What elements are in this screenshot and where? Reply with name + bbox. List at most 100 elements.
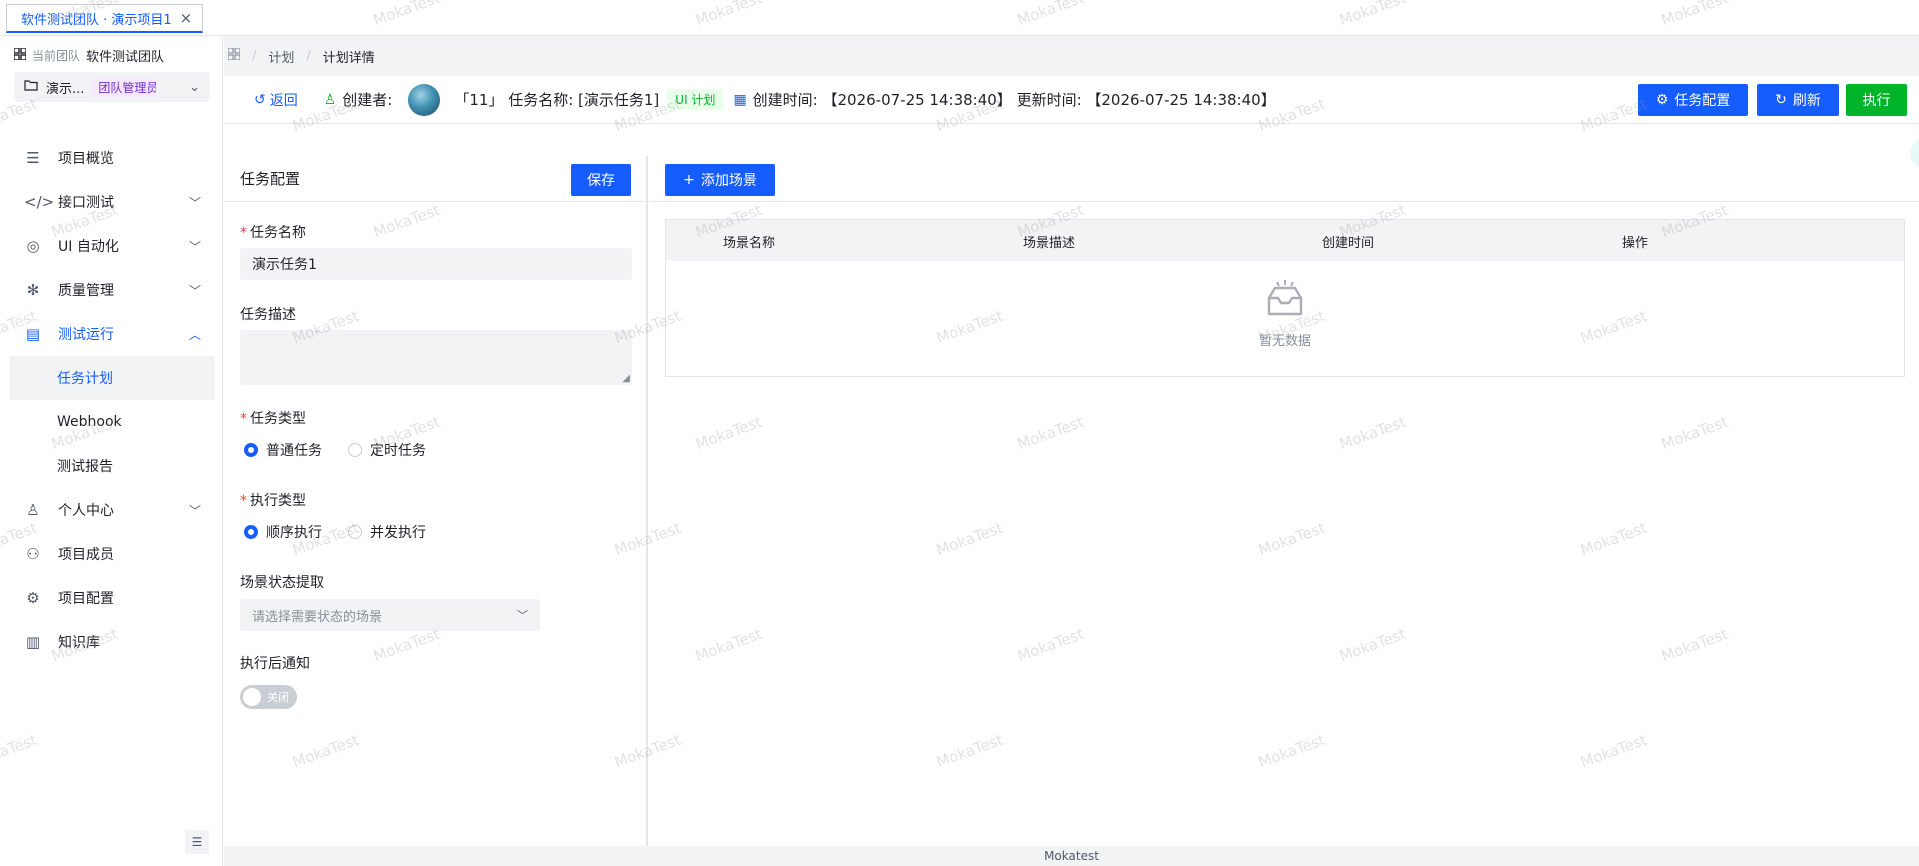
notify-label: 执行后通知 <box>240 656 310 672</box>
task-name-label: * 任务名称 <box>240 225 306 241</box>
column-header: 场景描述 <box>1023 236 1076 251</box>
list-icon: ☰ <box>26 149 40 167</box>
save-label: 保存 <box>587 173 615 189</box>
avatar <box>408 83 441 116</box>
save-button[interactable]: 保存 <box>571 164 631 196</box>
menu-item-ui-automation[interactable]: ◎ UI 自动化 ﹀ <box>10 224 215 268</box>
radio-normal-task[interactable]: 普通任务 <box>244 440 322 460</box>
menu-item-personal[interactable]: ♙ 个人中心 ﹀ <box>10 488 215 532</box>
menu-item-quality[interactable]: ✻ 质量管理 ﹀ <box>10 268 215 312</box>
menu-item-api-test[interactable]: </> 接口测试 ﹀ <box>10 180 215 224</box>
radio-label: 定时任务 <box>370 443 426 459</box>
select-placeholder: 请选择需要状态的场景 <box>252 609 383 625</box>
calendar-icon: ▦ <box>733 91 747 108</box>
chevron-up-icon: ︿ <box>188 327 201 342</box>
scenes-table: 场景名称 场景描述 创建时间 操作 暂无数据 <box>665 219 1905 377</box>
menu-item-members[interactable]: ⚇ 项目成员 <box>10 532 215 576</box>
user-icon: ♙ <box>26 501 40 519</box>
scenes-toolbar <box>650 156 1919 202</box>
table-header: 场景名称 场景描述 创建时间 操作 <box>666 220 1904 261</box>
radio-scheduled-task[interactable]: 定时任务 <box>348 440 426 460</box>
plus-icon: + <box>683 172 695 188</box>
menu-item-knowledge[interactable]: ▥ 知识库 <box>10 620 215 664</box>
radio-sequential[interactable]: 顺序执行 <box>244 522 322 542</box>
menu-label: 项目成员 <box>58 547 114 563</box>
task-desc-textarea[interactable]: ◢ <box>240 330 632 385</box>
breadcrumb-plan[interactable]: 计划 <box>268 47 294 66</box>
radio-unchecked-icon <box>348 525 362 539</box>
task-name-value: 演示任务1 <box>252 257 317 273</box>
refresh-icon: ↻ <box>1775 92 1787 108</box>
task-config-label: 任务配置 <box>1674 93 1731 109</box>
sidebar: 当前团队 软件测试团队 演示... 团队管理员 ⌄ ☰ 项目概览 </> 接口测… <box>0 36 223 866</box>
resize-handle-icon[interactable]: ◢ <box>622 373 630 384</box>
tab-strip: 软件测试团队 · 演示项目1 × <box>0 0 1919 36</box>
collapse-menu-icon[interactable]: ☰ <box>185 830 209 854</box>
sub-item-task-plan[interactable]: 任务计划 <box>10 356 215 400</box>
switch-text: 关闭 <box>267 691 289 704</box>
task-desc-label: 任务描述 <box>240 307 296 323</box>
menu-label: 项目配置 <box>58 591 114 607</box>
menu-label: 个人中心 <box>58 503 114 519</box>
check-circle-icon: ◎ <box>26 237 40 255</box>
project-select[interactable]: 演示... 团队管理员 ⌄ <box>14 72 210 102</box>
menu-label: Webhook <box>57 414 122 430</box>
footer: Mokatest <box>224 846 1919 866</box>
bug-icon: ✻ <box>26 281 40 299</box>
radio-label: 顺序执行 <box>266 525 322 541</box>
code-icon: </> <box>24 193 55 211</box>
users-icon: ⚇ <box>26 545 40 563</box>
column-header: 创建时间 <box>1322 236 1375 251</box>
chevron-down-icon: ﹀ <box>188 239 201 254</box>
add-scene-label: 添加场景 <box>700 173 757 189</box>
gear-icon: ⚙ <box>26 589 40 607</box>
menu-item-project-config[interactable]: ⚙ 项目配置 <box>10 576 215 620</box>
project-name: 演示... <box>46 81 85 97</box>
empty-state: 暂无数据 <box>666 280 1904 349</box>
time-info: 创建时间: 【2026-07-25 14:38:40】 更新时间: 【2026-… <box>752 91 1276 109</box>
add-scene-button[interactable]: + 添加场景 <box>665 164 775 196</box>
task-config-button[interactable]: ⚙ 任务配置 <box>1638 84 1748 116</box>
refresh-button[interactable]: ↻ 刷新 <box>1757 84 1839 116</box>
task-type-label: * 任务类型 <box>240 411 306 427</box>
menu-item-test-run[interactable]: ▤ 测试运行 ︿ <box>10 312 215 356</box>
menu-label: 知识库 <box>58 635 100 651</box>
sub-item-test-report[interactable]: 测试报告 <box>10 444 215 488</box>
refresh-label: 刷新 <box>1792 93 1821 109</box>
menu-label: 接口测试 <box>58 195 114 211</box>
scene-state-select[interactable]: 请选择需要状态的场景 ﹀ <box>240 599 540 631</box>
run-button[interactable]: 执行 <box>1846 84 1907 116</box>
column-header: 操作 <box>1622 236 1649 251</box>
radio-label: 普通任务 <box>266 443 322 459</box>
tab-project[interactable]: 软件测试团队 · 演示项目1 × <box>6 4 204 33</box>
switch-knob <box>243 688 261 706</box>
sub-item-webhook[interactable]: Webhook <box>10 400 215 444</box>
grid-icon[interactable] <box>227 47 241 64</box>
task-name-input[interactable]: 演示任务1 <box>240 248 632 280</box>
team-row[interactable]: 当前团队 软件测试团队 <box>13 46 165 65</box>
menu-label: 质量管理 <box>58 283 114 299</box>
scenes-panel: + 添加场景 场景名称 场景描述 创建时间 操作 暂无数据 <box>650 156 1919 846</box>
user-icon: ♙ <box>323 91 337 108</box>
menu-item-overview[interactable]: ☰ 项目概览 <box>10 136 215 180</box>
notify-switch[interactable]: 关闭 <box>240 685 297 709</box>
creator: ♙ 创建者: <box>324 89 393 110</box>
plan-header: ↺ 返回 ♙ 创建者: 「11」 任务名称: [演示任务1] UI 计划 ▦ 创… <box>224 76 1919 124</box>
radio-concurrent[interactable]: 并发执行 <box>348 522 426 542</box>
chevron-down-icon: ﹀ <box>188 503 201 518</box>
team-name: 软件测试团队 <box>86 50 165 65</box>
radio-checked-icon <box>244 525 258 539</box>
book-icon: ▥ <box>25 633 41 651</box>
close-icon[interactable]: × <box>180 10 193 26</box>
creator-label: 创建者: <box>342 91 393 109</box>
task-type-radio-group: 普通任务 定时任务 <box>244 440 452 460</box>
radio-label: 并发执行 <box>370 525 426 541</box>
breadcrumb-current: 计划详情 <box>322 50 375 66</box>
empty-inbox-icon <box>1263 280 1307 324</box>
calendar-run-icon: ▤ <box>25 325 41 343</box>
menu-label: 任务计划 <box>57 371 113 387</box>
menu-label: UI 自动化 <box>58 239 119 255</box>
plan-type-badge: UI 计划 <box>667 89 724 110</box>
menu-label: 项目概览 <box>58 151 114 167</box>
back-link[interactable]: ↺ 返回 <box>254 90 298 110</box>
